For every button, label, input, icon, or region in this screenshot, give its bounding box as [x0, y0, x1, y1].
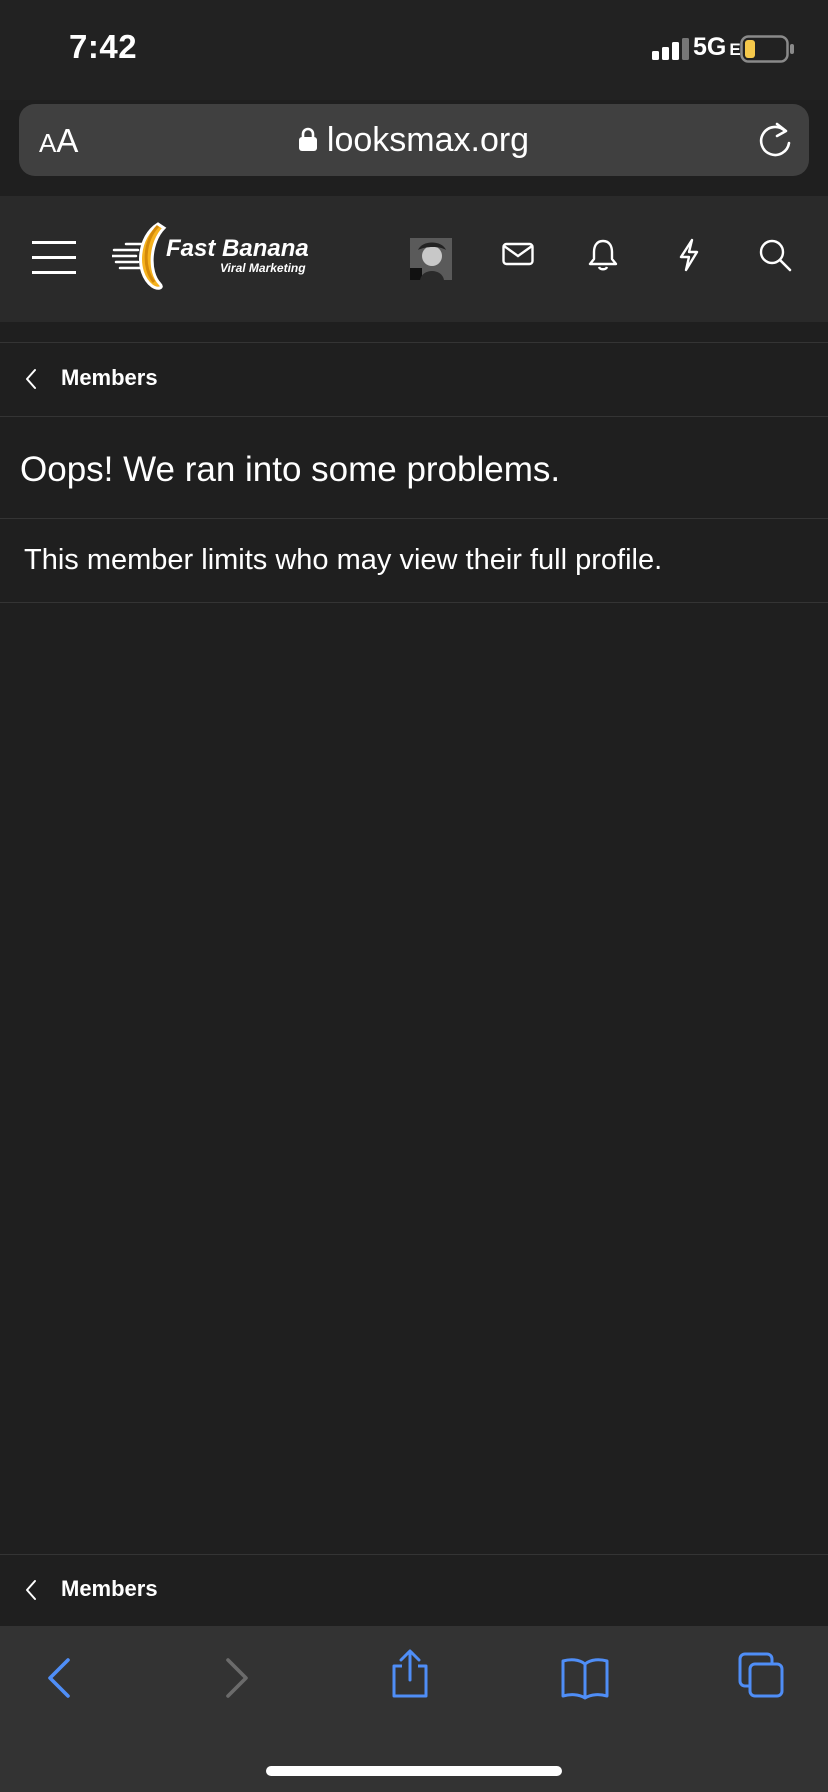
tabs-icon[interactable]: [738, 1652, 786, 1700]
chevron-left-icon: [26, 369, 36, 389]
logo-subtitle: Viral Marketing: [220, 261, 306, 275]
forward-icon[interactable]: [222, 1656, 252, 1700]
avatar-image: [410, 238, 452, 280]
breadcrumb-bottom[interactable]: Members: [0, 1555, 828, 1627]
signal-icon: [652, 38, 689, 60]
status-bar: 7:42 5G E: [0, 0, 828, 100]
breadcrumb-label: Members: [61, 365, 158, 390]
site-header: Fast Banana Viral Marketing: [0, 196, 828, 322]
url-text: looksmax.org: [326, 121, 530, 159]
status-time: 7:42: [69, 28, 138, 65]
search-icon[interactable]: [758, 238, 792, 272]
back-icon[interactable]: [44, 1656, 74, 1700]
lock-icon: [298, 127, 317, 152]
address-bar[interactable]: AA looksmax.org: [19, 104, 809, 176]
logo-title: Fast Banana: [166, 235, 309, 262]
bell-icon[interactable]: [587, 238, 619, 272]
bookmarks-icon[interactable]: [560, 1656, 610, 1700]
error-message: This member limits who may view their fu…: [24, 544, 663, 576]
breadcrumb-label: Members: [61, 1576, 158, 1601]
site-logo[interactable]: Fast Banana Viral Marketing: [112, 220, 322, 296]
browser-toolbar: [0, 1626, 828, 1792]
bolt-icon[interactable]: [673, 238, 705, 272]
reload-icon[interactable]: [757, 121, 793, 159]
menu-icon[interactable]: [32, 240, 76, 276]
divider: [0, 602, 828, 603]
home-indicator[interactable]: [266, 1766, 562, 1776]
page-title: Oops! We ran into some problems.: [20, 450, 561, 489]
divider: [0, 518, 828, 519]
chevron-left-icon: [26, 1580, 36, 1600]
battery-icon: [740, 35, 794, 63]
divider: [0, 416, 828, 417]
network-indicator: 5G E: [693, 33, 741, 61]
avatar[interactable]: [410, 238, 452, 280]
url-display[interactable]: looksmax.org: [19, 121, 809, 160]
breadcrumb-top[interactable]: Members: [0, 344, 828, 416]
mail-icon[interactable]: [502, 238, 534, 270]
share-icon[interactable]: [388, 1648, 432, 1700]
divider: [0, 342, 828, 343]
